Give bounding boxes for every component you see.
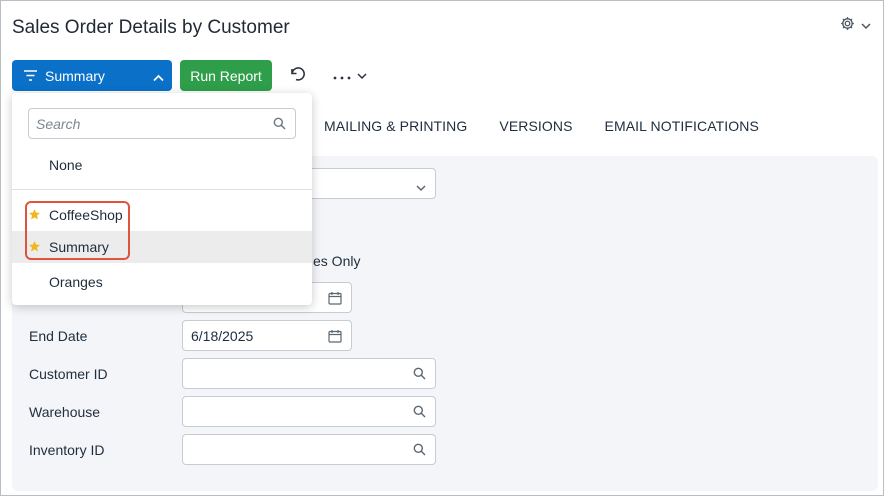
undo-button[interactable]: [288, 67, 305, 84]
dropdown-item-label: CoffeeShop: [49, 207, 123, 223]
calendar-icon[interactable]: [328, 329, 342, 346]
tab-bar: MAILING & PRINTING VERSIONS EMAIL NOTIFI…: [324, 118, 791, 134]
end-date-field[interactable]: 6/18/2025: [182, 320, 352, 351]
filter-icon: [24, 68, 37, 84]
dropdown-item-none[interactable]: None: [12, 149, 312, 181]
search-icon[interactable]: [413, 367, 426, 383]
dropdown-item-label: None: [49, 157, 83, 173]
warehouse-field[interactable]: [182, 396, 436, 427]
summary-template-button[interactable]: Summary: [12, 60, 172, 91]
tab-versions[interactable]: VERSIONS: [499, 118, 572, 134]
chevron-down-icon: [861, 17, 871, 33]
search-icon: [273, 117, 286, 133]
partial-select-field[interactable]: [291, 168, 436, 199]
dropdown-item-summary[interactable]: Summary: [12, 231, 312, 263]
search-icon[interactable]: [413, 405, 426, 421]
tab-email-notifications[interactable]: EMAIL NOTIFICATIONS: [605, 118, 759, 134]
undo-icon: [288, 67, 305, 84]
star-icon: [28, 208, 41, 224]
settings-menu[interactable]: [840, 16, 871, 34]
chevron-down-icon: [357, 67, 367, 83]
partial-option-text: es Only: [313, 253, 361, 269]
summary-button-label: Summary: [45, 67, 105, 84]
run-report-button[interactable]: Run Report: [180, 60, 272, 91]
dropdown-item-oranges[interactable]: Oranges: [12, 266, 312, 298]
customer-id-field[interactable]: [182, 358, 436, 389]
template-dropdown-menu: Search None CoffeeShop Summary Oranges: [12, 93, 312, 305]
chevron-up-icon: [153, 69, 164, 85]
dropdown-item-label: Oranges: [49, 274, 103, 290]
dropdown-divider: [12, 189, 312, 190]
tab-mailing-printing[interactable]: MAILING & PRINTING: [324, 118, 467, 134]
dropdown-search-input[interactable]: Search: [28, 108, 296, 139]
star-icon: [28, 240, 41, 256]
more-actions-button[interactable]: [333, 67, 367, 83]
end-date-label: End Date: [29, 328, 88, 344]
search-icon[interactable]: [413, 443, 426, 459]
end-date-value: 6/18/2025: [191, 327, 254, 344]
page-title: Sales Order Details by Customer: [12, 17, 290, 38]
chevron-down-icon: [416, 179, 426, 195]
inventory-id-field[interactable]: [182, 434, 436, 465]
window-frame: Sales Order Details by Customer Summary …: [0, 0, 884, 496]
inventory-id-label: Inventory ID: [29, 442, 105, 458]
ellipsis-icon: [333, 67, 353, 83]
dropdown-item-coffeeshop[interactable]: CoffeeShop: [12, 199, 312, 231]
dropdown-item-label: Summary: [49, 239, 109, 255]
search-placeholder: Search: [36, 115, 81, 132]
calendar-icon[interactable]: [328, 291, 342, 308]
warehouse-label: Warehouse: [29, 404, 101, 420]
gear-icon: [840, 16, 855, 34]
customer-id-label: Customer ID: [29, 366, 108, 382]
